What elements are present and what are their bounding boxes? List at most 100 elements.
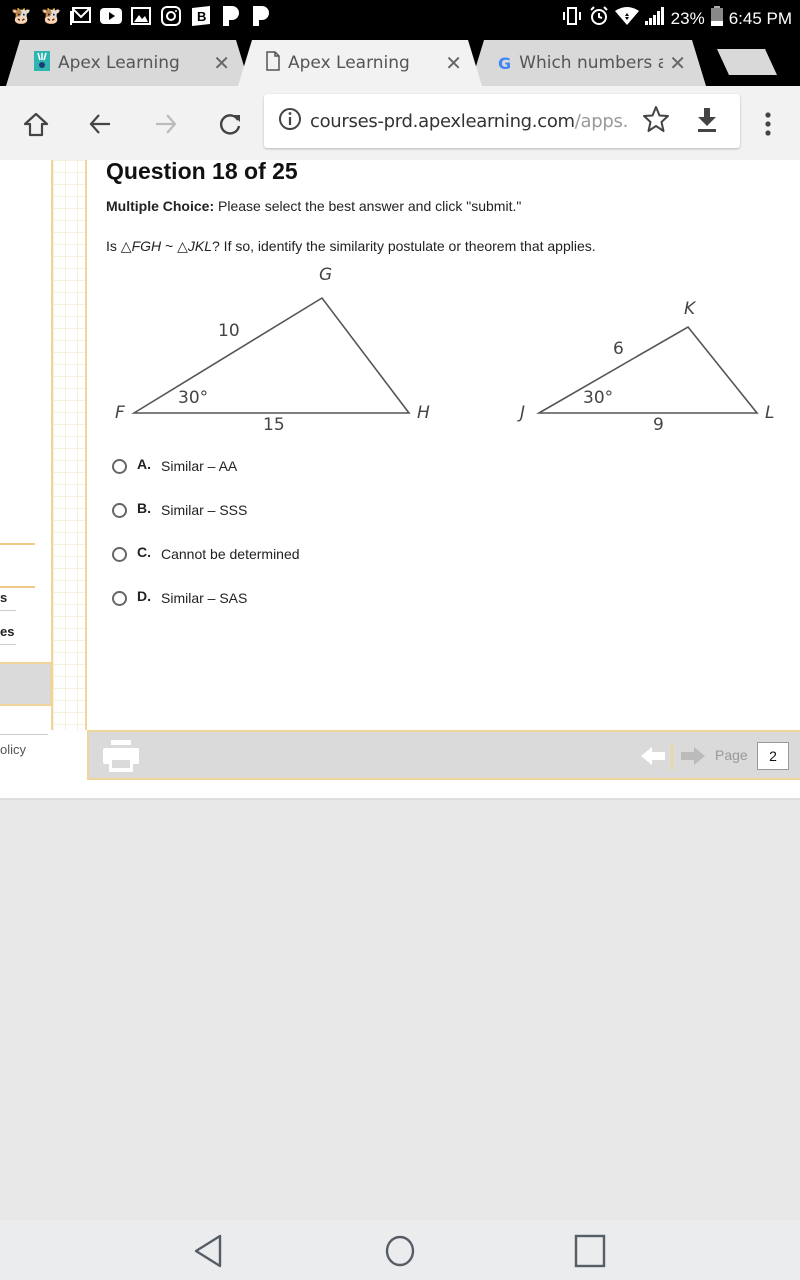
battery-percent: 23%	[670, 8, 705, 28]
triangle-symbol: △	[177, 238, 188, 254]
privacy-policy-link[interactable]: olicy	[0, 742, 26, 757]
address-bar[interactable]: courses-prd.apexlearning.com/apps.	[264, 94, 740, 148]
browser-toolbar: courses-prd.apexlearning.com/apps.	[0, 86, 800, 160]
triangle-jkl: K J L 6 30° 9	[517, 299, 774, 435]
download-icon[interactable]	[696, 106, 718, 137]
youtube-icon	[100, 5, 122, 27]
divider	[0, 543, 35, 545]
triangles-figure: G F H 10 30° 15 K J L 6 30° 9	[115, 265, 774, 435]
page-icon	[266, 51, 280, 76]
triangle-fgh-shape	[131, 296, 411, 414]
back-button[interactable]	[82, 106, 118, 142]
info-icon[interactable]	[278, 107, 302, 136]
radio-button[interactable]	[112, 546, 127, 562]
home-button[interactable]	[18, 106, 54, 142]
forward-button[interactable]	[148, 106, 184, 142]
side-jk-label: 6	[613, 339, 624, 359]
new-tab-button[interactable]	[717, 49, 777, 75]
choice-text: Cannot be determined	[161, 546, 300, 562]
angle-j-label: 30°	[583, 388, 613, 408]
vertex-f: F	[115, 403, 125, 423]
divider	[0, 586, 35, 588]
left-panel-link[interactable]: es	[0, 624, 14, 639]
more-vert-icon	[765, 112, 771, 136]
side-fh-label: 15	[263, 415, 285, 435]
page-label: Page	[715, 747, 748, 763]
reload-button[interactable]	[212, 106, 248, 142]
google-icon: G	[498, 53, 512, 73]
tab-apex-learning-1[interactable]: Apex Learning ✕	[6, 40, 250, 86]
tab-strip: Apex Learning ✕ Apex Learning ✕ G Which …	[0, 36, 800, 86]
question-instructions: Multiple Choice: Please select the best …	[106, 198, 522, 214]
pandora-icon	[250, 5, 272, 27]
close-tab-icon[interactable]: ✕	[213, 51, 230, 75]
choice-b[interactable]: B. Similar – SSS	[112, 500, 248, 518]
choice-d[interactable]: D. Similar – SAS	[112, 588, 248, 606]
battery-icon	[710, 6, 723, 31]
divider	[0, 644, 16, 645]
gallery-icon	[130, 5, 152, 27]
side-fg-label: 10	[218, 321, 240, 341]
left-panel-button[interactable]	[0, 662, 52, 706]
close-tab-icon[interactable]: ✕	[445, 51, 462, 75]
radio-button[interactable]	[112, 590, 127, 606]
grid-strip	[51, 160, 87, 730]
question-panel: Question 18 of 25 Multiple Choice: Pleas…	[87, 158, 800, 730]
url-text[interactable]: courses-prd.apexlearning.com/apps.	[310, 111, 630, 132]
close-tab-icon[interactable]: ✕	[669, 51, 686, 75]
signal-icon	[644, 7, 665, 30]
vertex-h: H	[417, 403, 430, 423]
vertex-g: G	[319, 265, 332, 285]
triangle-symbol: △	[120, 238, 132, 254]
choice-text: Similar – SSS	[161, 502, 248, 518]
cow-icon: 🐮	[11, 8, 31, 25]
menu-button[interactable]	[750, 106, 786, 142]
divider	[0, 734, 48, 735]
vertex-l: L	[765, 403, 774, 423]
bookmark-star-icon[interactable]	[642, 105, 670, 138]
instagram-icon	[160, 5, 182, 27]
question-footer: Page 2	[87, 730, 800, 780]
nav-recents-icon[interactable]	[573, 1234, 607, 1268]
clock: 6:45 PM	[728, 8, 792, 28]
tab-apex-learning-2[interactable]: Apex Learning ✕	[238, 40, 482, 86]
choice-a[interactable]: A. Similar – AA	[112, 456, 237, 474]
tab-title: Apex Learning	[58, 53, 180, 73]
triangle-jkl-shape	[536, 325, 759, 414]
status-bar: 🐮 🐮 B 23% 6:45 PM	[0, 0, 800, 36]
choice-text: Similar – SAS	[161, 590, 248, 606]
mail-icon	[70, 5, 92, 27]
next-page-icon[interactable]	[681, 746, 705, 772]
alarm-icon	[589, 6, 609, 31]
vertex-k: K	[684, 299, 697, 319]
nav-back-icon[interactable]	[192, 1234, 226, 1268]
divider	[0, 610, 16, 611]
nav-home-icon[interactable]	[383, 1234, 417, 1268]
question-title: Question 18 of 25	[106, 158, 298, 184]
vibrate-icon	[561, 6, 583, 31]
choice-c[interactable]: C. Cannot be determined	[112, 544, 300, 562]
wifi-icon	[614, 7, 639, 30]
radio-button[interactable]	[112, 458, 127, 474]
angle-f-label: 30°	[178, 388, 208, 408]
page-number-input[interactable]: 2	[757, 742, 789, 770]
question-prompt: Is △FGH ~ △JKL? If so, identify the simi…	[106, 238, 596, 254]
print-icon[interactable]	[103, 740, 139, 772]
home-icon	[23, 112, 49, 137]
android-nav-bar	[0, 1220, 800, 1280]
b-app-icon: B	[190, 5, 212, 27]
vertex-j: J	[517, 403, 525, 423]
divider	[671, 744, 673, 770]
left-panel-link[interactable]: s	[0, 590, 7, 605]
tab-title: Apex Learning	[288, 53, 410, 73]
cow-icon: 🐮	[41, 8, 61, 25]
tab-google-search[interactable]: G Which numbers are ✕	[470, 40, 706, 86]
svg-text:B: B	[197, 9, 206, 24]
tab-title: Which numbers are	[519, 53, 664, 73]
web-page: s es olicy Question 18 of 25 Multiple Ch…	[0, 158, 800, 800]
radio-button[interactable]	[112, 502, 127, 518]
side-jl-label: 9	[653, 415, 664, 435]
apex-favicon	[34, 51, 50, 76]
triangle-fgh: G F H 10 30° 15	[115, 265, 430, 435]
previous-page-icon[interactable]	[641, 746, 665, 772]
